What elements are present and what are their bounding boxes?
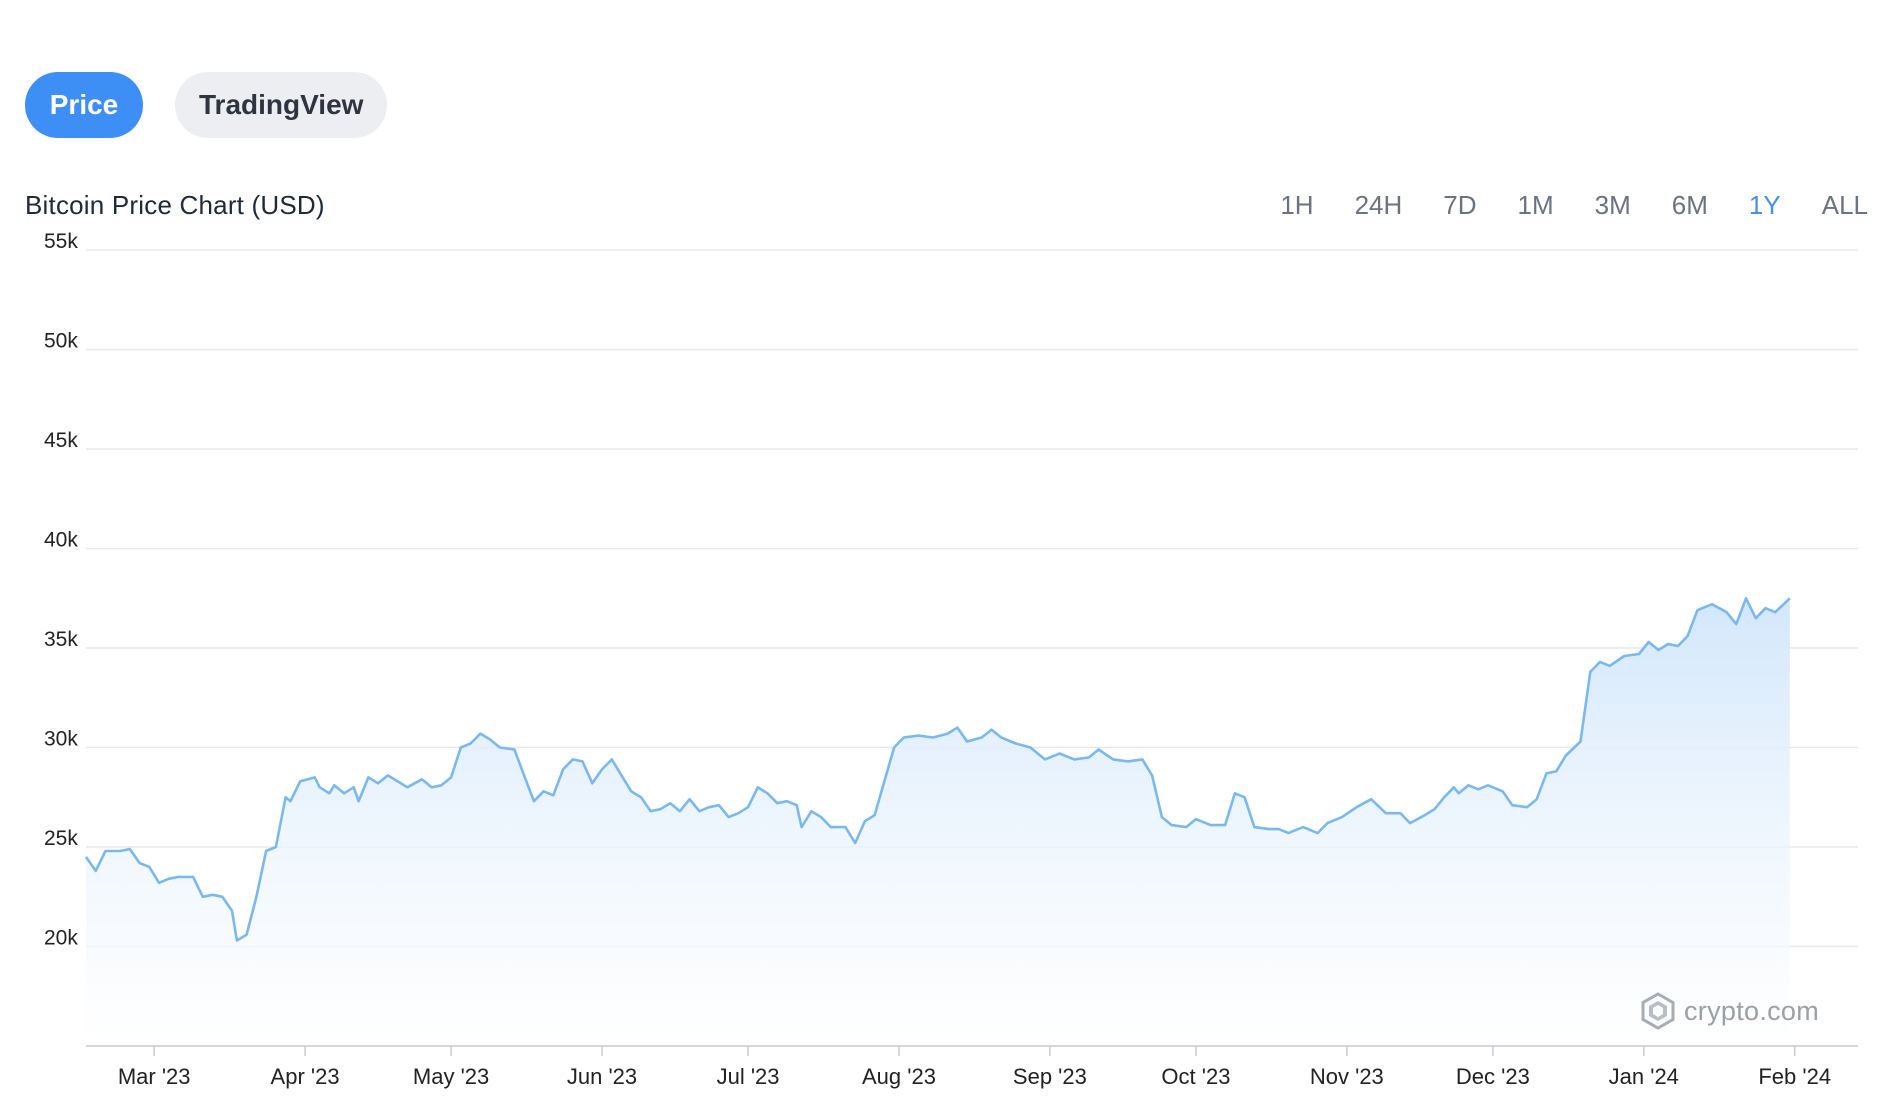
x-tick-label: Jan '24	[1609, 1064, 1679, 1089]
x-axis-ticks: Mar '23 Apr '23 May '23 Jun '23 Jul '23 Aug '…	[118, 1046, 1831, 1089]
price-chart: 20k25k30k35k40k45k50k55k Mar '23 Apr '23 M…	[44, 230, 1858, 1089]
x-tick-label: Jun '23	[567, 1064, 637, 1089]
x-tick-label: Oct '23	[1161, 1064, 1230, 1089]
x-tick-label: Feb '24	[1758, 1064, 1831, 1089]
page: Price TradingView Bitcoin Price Chart (U…	[0, 0, 1892, 1106]
watermark: crypto.com	[1640, 992, 1819, 1030]
y-tick-label: 50k	[44, 330, 78, 353]
y-tick-label: 35k	[44, 628, 78, 651]
price-area-fill	[86, 598, 1790, 1046]
x-tick-label: Sep '23	[1013, 1064, 1087, 1089]
x-tick-label: Aug '23	[862, 1064, 936, 1089]
x-tick-label: Nov '23	[1310, 1064, 1384, 1089]
y-tick-label: 20k	[44, 927, 78, 950]
crypto-com-logo-icon	[1641, 992, 1675, 1030]
y-tick-label: 30k	[44, 728, 78, 751]
x-tick-label: Jul '23	[717, 1064, 780, 1089]
x-tick-label: May '23	[413, 1064, 489, 1089]
y-axis-ticks: 20k 25k 30k 35k 40k 45k 50k 55k	[44, 230, 78, 950]
x-tick-label: Mar '23	[118, 1064, 191, 1089]
y-tick-label: 45k	[44, 429, 78, 452]
y-tick-label: 55k	[44, 230, 78, 253]
watermark-text: crypto.com	[1684, 995, 1820, 1026]
x-tick-label: Dec '23	[1456, 1064, 1530, 1089]
y-tick-label: 25k	[44, 827, 78, 850]
x-tick-label: Apr '23	[271, 1064, 340, 1089]
y-tick-label: 40k	[44, 529, 78, 552]
